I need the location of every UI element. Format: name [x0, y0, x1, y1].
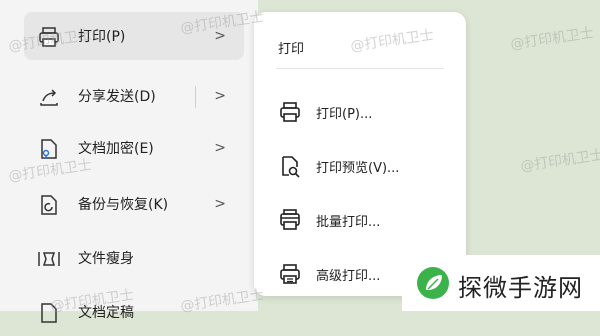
menu-item-label: 分享发送(D): [78, 89, 156, 105]
watermark: @打印机卫士: [509, 25, 595, 53]
printer-icon: [278, 100, 302, 124]
submenu-item-print[interactable]: 打印(P)...: [270, 94, 450, 130]
advanced-print-icon: [278, 262, 302, 286]
submenu-item-batch-print[interactable]: 批量打印...: [270, 202, 450, 238]
divider: [195, 86, 196, 108]
submenu-item-label: 高级打印...: [316, 268, 381, 284]
backup-icon: [36, 192, 62, 218]
batch-print-icon: [278, 208, 302, 232]
submenu-item-label: 打印(P)...: [316, 106, 373, 122]
chevron-right-icon: >: [214, 88, 226, 104]
menu-item-backup[interactable]: 备份与恢复(K) >: [24, 180, 244, 228]
submenu-item-label: 打印预览(V)...: [316, 160, 400, 176]
menu-item-label: 文件瘦身: [78, 251, 134, 267]
menu-item-slim[interactable]: 文件瘦身: [24, 234, 244, 282]
menu-item-label: 备份与恢复(K): [78, 197, 169, 213]
submenu-title: 打印: [278, 42, 305, 57]
chevron-right-icon: >: [214, 140, 226, 156]
watermark: @打印机卫士: [519, 147, 600, 175]
brand-name: 探微手游网: [458, 274, 583, 302]
print-preview-icon: [278, 154, 302, 178]
brand-badge: 探微手游网: [402, 255, 600, 311]
submenu-item-print-preview[interactable]: 打印预览(V)...: [270, 148, 450, 184]
menu-item-share[interactable]: 分享发送(D) >: [24, 72, 244, 120]
divider: [276, 68, 444, 69]
submenu-item-label: 批量打印...: [316, 214, 381, 230]
slim-icon: [36, 246, 62, 272]
share-icon: [36, 84, 62, 110]
chevron-right-icon: >: [214, 196, 226, 212]
brand-logo-icon: [416, 266, 450, 300]
